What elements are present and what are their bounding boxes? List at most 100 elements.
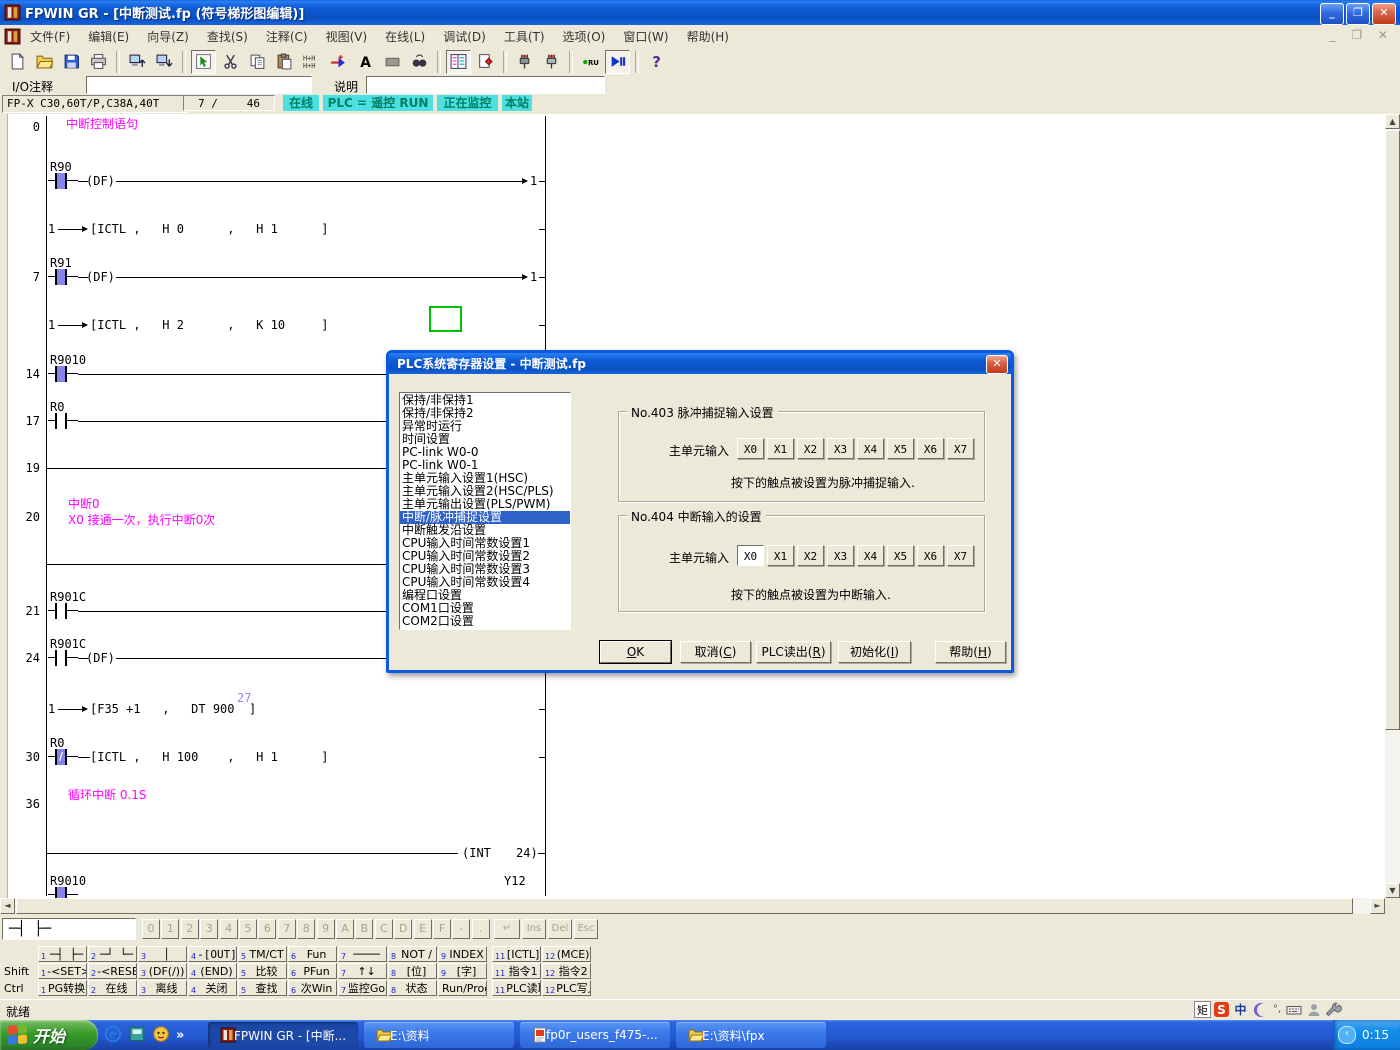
fkey-ctrl-6[interactable]: 6次Win bbox=[288, 980, 337, 996]
horizontal-scrollbar[interactable]: ◄ ► bbox=[0, 898, 1385, 914]
dot-tray-icon[interactable]: °, bbox=[1272, 1001, 1282, 1018]
fkey-ctrl-7[interactable]: 7监控Go bbox=[338, 980, 387, 996]
minimize-button[interactable]: _ bbox=[1320, 3, 1344, 25]
fkey-ctrl-12[interactable]: 12PLC写入 bbox=[542, 980, 591, 996]
jump-button[interactable] bbox=[326, 50, 351, 74]
copy-button[interactable] bbox=[245, 50, 270, 74]
edit-key-esc[interactable]: Esc bbox=[574, 919, 598, 939]
hex-key--[interactable]: - bbox=[452, 919, 470, 939]
fkey-5[interactable]: 5TM/CT bbox=[238, 946, 287, 962]
fkey-2[interactable]: 2─┘ └─ bbox=[88, 946, 137, 962]
input-x7-button[interactable]: X7 bbox=[947, 545, 974, 566]
initialize-button[interactable]: 初始化(I) bbox=[838, 641, 911, 663]
input-x2-button[interactable]: X2 bbox=[797, 438, 824, 459]
scroll-up-button[interactable]: ▲ bbox=[1385, 114, 1400, 129]
contact[interactable] bbox=[48, 269, 78, 285]
fkey-shift-4[interactable]: 4(END) bbox=[188, 963, 237, 979]
ju-tray-icon[interactable]: 矩 bbox=[1194, 1001, 1211, 1018]
scroll-left-button[interactable]: ◄ bbox=[0, 898, 15, 914]
input-x1-button[interactable]: X1 bbox=[767, 545, 794, 566]
input-x5-button[interactable]: X5 bbox=[887, 438, 914, 459]
save-button[interactable] bbox=[59, 50, 84, 74]
taskbar-task-2[interactable]: E:\资料 bbox=[364, 1022, 514, 1048]
edit-cursor[interactable] bbox=[429, 306, 462, 332]
print-button[interactable] bbox=[86, 50, 111, 74]
new-file-button[interactable] bbox=[5, 50, 30, 74]
input-x1-button[interactable]: X1 bbox=[767, 438, 794, 459]
contact[interactable] bbox=[48, 603, 78, 619]
hex-key-5[interactable]: 5 bbox=[239, 919, 257, 939]
fkey-ctrl-5[interactable]: 5查找 bbox=[238, 980, 287, 996]
keyboard-tray-icon[interactable] bbox=[1285, 1001, 1302, 1018]
taskbar-task-1[interactable]: FPWIN GR - [中断... bbox=[208, 1022, 358, 1048]
hex-key-0[interactable]: 0 bbox=[142, 919, 160, 939]
paste-button[interactable] bbox=[272, 50, 297, 74]
input-x2-button[interactable]: X2 bbox=[797, 545, 824, 566]
not-contact[interactable]: / bbox=[48, 749, 78, 765]
block-button[interactable] bbox=[380, 50, 405, 74]
quicklaunch-chevron[interactable]: » bbox=[176, 1028, 184, 1043]
input-x4-button[interactable]: X4 bbox=[857, 438, 884, 459]
cut-button[interactable] bbox=[218, 50, 243, 74]
person-tray-icon[interactable] bbox=[1305, 1001, 1322, 1018]
wrench-tray-icon[interactable] bbox=[1325, 1001, 1342, 1018]
register-list-item[interactable]: COM2口设置 bbox=[400, 615, 570, 628]
menu-调试D[interactable]: 调试(D) bbox=[434, 27, 495, 47]
fkey-shift-7[interactable]: 7↑↓ bbox=[338, 963, 387, 979]
fkey-shift-5[interactable]: 5比较 bbox=[238, 963, 287, 979]
fkey-8[interactable]: 8NOT / bbox=[388, 946, 437, 962]
hex-key-D[interactable]: D bbox=[394, 919, 412, 939]
fkey-ctrl-x[interactable]: Run/Prog bbox=[438, 980, 487, 996]
menu-向导Z[interactable]: 向导(Z) bbox=[138, 27, 198, 47]
plc-read-button[interactable]: PLC读出(R) bbox=[756, 641, 831, 663]
hex-key-6[interactable]: 6 bbox=[258, 919, 276, 939]
contact[interactable] bbox=[48, 366, 78, 382]
fkey-shift-9[interactable]: 9[字] bbox=[438, 963, 487, 979]
contact[interactable] bbox=[48, 173, 78, 189]
fkey-ctrl-3[interactable]: 3离线 bbox=[138, 980, 187, 996]
input-x6-button[interactable]: X6 bbox=[917, 545, 944, 566]
taskbar-task-4[interactable]: E:\资料\fpx bbox=[676, 1022, 826, 1048]
hex-key-C[interactable]: C bbox=[375, 919, 393, 939]
restore-button[interactable]: ❐ bbox=[1346, 3, 1370, 25]
sogou-tray-icon[interactable]: S bbox=[1214, 1002, 1229, 1017]
edit-key-ins[interactable]: Ins bbox=[522, 919, 546, 939]
hex-key-E[interactable]: E bbox=[414, 919, 432, 939]
hex-key-9[interactable]: 9 bbox=[317, 919, 335, 939]
input-x6-button[interactable]: X6 bbox=[917, 438, 944, 459]
fkey-shift-3[interactable]: 3(DF(/)) bbox=[138, 963, 187, 979]
plug-offline-button[interactable] bbox=[539, 50, 564, 74]
taskbar-task-3[interactable]: fp0r_users_f475-... bbox=[520, 1022, 670, 1048]
input-x0-button[interactable]: X0 bbox=[737, 545, 764, 566]
menu-注释C[interactable]: 注释(C) bbox=[257, 27, 317, 47]
fkey-9[interactable]: 9INDEX bbox=[438, 946, 487, 962]
fkey-shift-2[interactable]: 2-<RESET> bbox=[88, 963, 137, 979]
menu-帮助H[interactable]: 帮助(H) bbox=[678, 27, 738, 47]
input-x5-button[interactable]: X5 bbox=[887, 545, 914, 566]
fkey-1[interactable]: 1─┤ ├─ bbox=[38, 946, 87, 962]
hex-key-8[interactable]: 8 bbox=[297, 919, 315, 939]
fkey-3[interactable]: 3│ bbox=[138, 946, 187, 962]
select-mode-button[interactable] bbox=[191, 50, 216, 74]
edit-key-↵[interactable]: ↵ bbox=[494, 919, 520, 939]
description-input[interactable] bbox=[366, 76, 605, 94]
run-mode-button[interactable]: RUN bbox=[578, 50, 603, 74]
menu-视图V[interactable]: 视图(V) bbox=[317, 27, 377, 47]
hex-key-7[interactable]: 7 bbox=[278, 919, 296, 939]
input-x3-button[interactable]: X3 bbox=[827, 545, 854, 566]
fkey-shift-6[interactable]: 6PFun bbox=[288, 963, 337, 979]
menu-工具T[interactable]: 工具(T) bbox=[495, 27, 554, 47]
vertical-scroll-thumb[interactable] bbox=[1385, 130, 1400, 730]
close-button[interactable]: ✕ bbox=[1372, 3, 1396, 25]
fkey-7[interactable]: 7──── bbox=[338, 946, 387, 962]
menu-文件F[interactable]: 文件(F) bbox=[21, 27, 79, 47]
fkey-ctrl-4[interactable]: 4关闭 bbox=[188, 980, 237, 996]
contact[interactable] bbox=[48, 887, 78, 898]
plug-online-button[interactable] bbox=[512, 50, 537, 74]
download-button[interactable] bbox=[152, 50, 177, 74]
fkey-ctrl-11[interactable]: 11PLC读取 bbox=[492, 980, 541, 996]
menu-选项O[interactable]: 选项(O) bbox=[554, 27, 615, 47]
open-folder-button[interactable] bbox=[32, 50, 57, 74]
menu-窗口W[interactable]: 窗口(W) bbox=[614, 27, 677, 47]
hex-key-B[interactable]: B bbox=[355, 919, 373, 939]
